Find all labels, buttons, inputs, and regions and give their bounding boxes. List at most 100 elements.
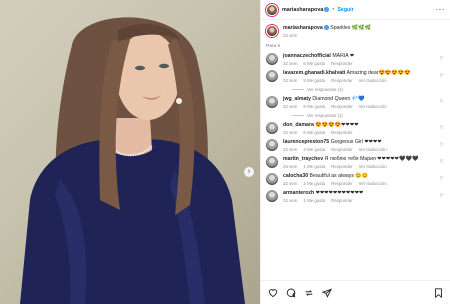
reply-button[interactable]: Responder [331,78,352,83]
more-options-icon[interactable]: ··· [436,5,446,14]
comment-text: Beautiful as always 😊😊 [309,173,369,179]
like-heart-icon[interactable] [268,288,278,297]
commenter-avatar[interactable] [266,173,278,185]
comment-like-heart-icon[interactable]: ♡ [440,176,444,182]
author-username[interactable]: mariasharapova [282,7,323,13]
comment-text: Я люблю тебя Мария ❤❤❤❤❤🖤🖤🖤 [324,156,419,162]
reply-button[interactable]: Responder [331,181,352,186]
commenter-username[interactable]: laurencepreston75 [283,139,329,145]
separator-dot: • [332,6,335,13]
translate-button[interactable]: Ver traducción [359,181,387,186]
comment-likes[interactable]: 1 Me gusta [303,198,325,203]
comment-like-heart-icon[interactable]: ♡ [440,99,444,105]
repost-icon[interactable] [304,288,314,298]
view-replies-label: Ver respuestas (1) [307,113,343,118]
post-caption: mariasharapova ✓ Sparkles 🌿🌿🌿 32 sem [266,25,444,38]
commenter-username[interactable]: armanterozh [283,190,314,196]
share-paper-plane-icon[interactable] [322,287,332,298]
caption-avatar[interactable] [266,25,278,37]
commenter-username[interactable]: martin_traychev [283,156,323,162]
commenter-username[interactable]: calocha30 [283,173,308,179]
comment-item: lavazem.ghanadi.khalvati Amazing dear😍😍😍… [266,70,444,83]
comment-like-heart-icon[interactable]: ♡ [440,142,444,148]
commenter-username[interactable]: joannaczechofficial [283,53,331,59]
caption-username[interactable]: mariasharapova [283,25,323,31]
commenter-username[interactable]: lavazem.ghanadi.khalvati [283,70,345,76]
comment-item: don_damara 😍😍😍😍❤❤❤❤ 32 sem 6 Me gusta Re… [266,122,444,135]
comment-text: Amazing dear😍😍😍😍😍 [346,70,411,76]
commenter-avatar[interactable] [266,190,278,202]
instagram-post-modal: › mariasharapova ✓ • Seguir ··· mariasha… [0,0,450,304]
translate-button[interactable]: Ver traducción [359,104,387,109]
comment-item: armanterozh ❤❤❤❤❤❤❤❤❤❤❤ 32 sem 1 Me gust… [266,190,444,203]
for-you-label: Para ti [266,44,280,49]
post-photo: › [0,0,260,304]
view-replies-label: Ver respuestas (1) [307,87,343,92]
comment-time: 25 sem [283,164,298,169]
commenter-avatar[interactable] [266,70,278,82]
next-image-button[interactable]: › [244,167,254,177]
reply-button[interactable]: Responder [331,130,352,135]
comment-time: 32 sem [283,181,298,186]
comment-text: 😍😍😍😍❤❤❤❤ [315,122,359,128]
translate-button[interactable]: Ver traducción [359,164,387,169]
comment-text: Gorgeous Girl ❤❤❤❤ [330,139,382,145]
comment-time: 32 sem [283,61,298,66]
view-replies-button[interactable]: Ver respuestas (1) [292,87,444,92]
reply-button[interactable]: Responder [331,104,352,109]
commenter-avatar[interactable] [266,53,278,65]
reply-button[interactable]: Responder [331,147,352,152]
translate-button[interactable]: Ver traducción [359,147,387,152]
follow-button[interactable]: Seguir [337,7,353,13]
comment-likes[interactable]: 1 Me gusta [303,164,325,169]
comments-scroll[interactable]: mariasharapova ✓ Sparkles 🌿🌿🌿 32 sem Para… [261,21,450,280]
comment-likes[interactable]: 2 Me gusta [303,181,325,186]
comment-text: MARIA ❤ [332,53,355,59]
reply-button[interactable]: Responder [331,61,352,66]
comment-likes[interactable]: 5 Me gusta [303,78,325,83]
commenter-avatar[interactable] [266,139,278,151]
commenter-username[interactable]: don_damara [283,122,314,128]
comment-like-heart-icon[interactable]: ♡ [440,193,444,199]
post-header: mariasharapova ✓ • Seguir ··· [261,0,450,20]
comment-time: 32 sem [283,198,298,203]
comment-text: Diamond Queen 💎💙 [312,96,365,102]
comment-likes[interactable]: 3 Me gusta [303,147,325,152]
comment-like-heart-icon[interactable]: ♡ [440,159,444,165]
author-avatar[interactable] [266,3,278,16]
comment-time: 32 sem [283,130,298,135]
translate-button[interactable]: Ver traducción [359,78,387,83]
commenter-avatar[interactable] [266,156,278,168]
comment-time: 32 sem [283,104,298,109]
comments-panel: mariasharapova ✓ • Seguir ··· mariashara… [260,0,450,304]
comment-item: laurencepreston75 Gorgeous Girl ❤❤❤❤ 32 … [266,139,444,152]
comment-item: martin_traychev Я люблю тебя Мария ❤❤❤❤❤… [266,156,444,169]
caption-text: Sparkles 🌿🌿🌿 [330,25,372,31]
commenter-avatar[interactable] [266,96,278,108]
comment-item: joannaczechofficial MARIA ❤ 32 sem 6 Me … [266,53,444,66]
verified-badge-icon: ✓ [324,7,330,12]
comment-likes[interactable]: 6 Me gusta [303,130,325,135]
comment-time: 32 sem [283,147,298,152]
comments-list: joannaczechofficial MARIA ❤ 32 sem 6 Me … [266,53,444,203]
comment-like-heart-icon[interactable]: ♡ [440,73,444,79]
comment-item: jwg_almaty Diamond Queen 💎💙 32 sem 8 Me … [266,96,444,109]
reply-button[interactable]: Responder [331,164,352,169]
portrait-illustration [20,17,245,304]
view-replies-button[interactable]: Ver respuestas (1) [292,113,444,118]
reply-button[interactable]: Responder [331,198,352,203]
comment-like-heart-icon[interactable]: ♡ [440,56,444,62]
comment-likes[interactable]: 8 Me gusta [303,104,325,109]
save-bookmark-icon[interactable] [434,287,443,298]
replies-rule [292,115,304,116]
caption-time: 32 sem [283,33,298,38]
comment-item: calocha30 Beautiful as always 😊😊 32 sem … [266,173,444,186]
verified-badge-icon: ✓ [323,25,329,31]
replies-rule [292,89,304,90]
comment-likes[interactable]: 6 Me gusta [303,61,325,66]
commenter-avatar[interactable] [266,122,278,134]
post-actions [261,280,450,304]
comment-like-heart-icon[interactable]: ♡ [440,125,444,131]
commenter-username[interactable]: jwg_almaty [283,96,311,102]
comment-bubble-icon[interactable] [286,288,296,298]
